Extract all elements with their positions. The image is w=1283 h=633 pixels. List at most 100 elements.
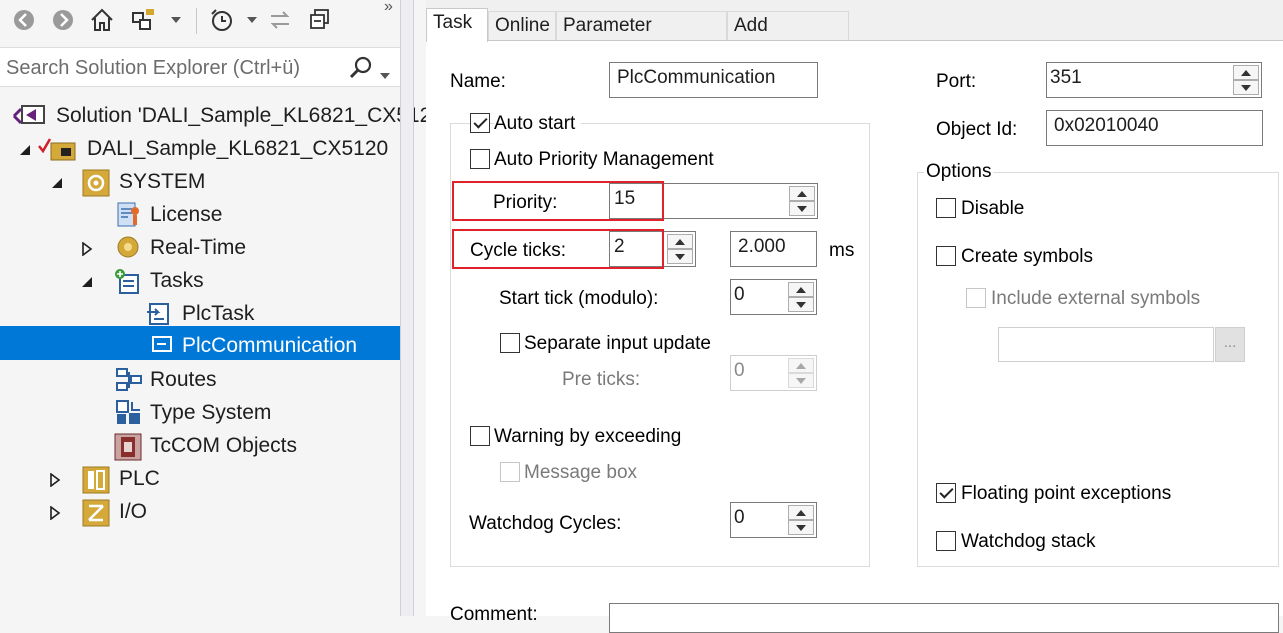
- spin-down-icon[interactable]: [788, 520, 814, 535]
- auto-priority-checkbox[interactable]: [470, 149, 490, 169]
- tree-item-label: Routes: [150, 368, 217, 391]
- collapse-arrow-icon[interactable]: [50, 174, 64, 188]
- warning-exceeding-checkbox[interactable]: [470, 426, 490, 446]
- separate-input-checkbox[interactable]: [500, 333, 520, 353]
- create-symbols-checkbox[interactable]: [936, 246, 956, 266]
- include-external-checkbox[interactable]: [966, 288, 986, 308]
- system-icon: [82, 169, 110, 197]
- cycle-time-field[interactable]: 2.000: [730, 231, 817, 267]
- spin-up-icon[interactable]: [667, 234, 693, 249]
- chevron-down-icon[interactable]: [238, 6, 266, 34]
- tab-online[interactable]: Online: [488, 11, 556, 41]
- tab-add-symbols[interactable]: Add Symbols: [727, 11, 849, 64]
- tab-parameter-online[interactable]: Parameter (Online): [556, 11, 727, 64]
- spin-up-icon[interactable]: [788, 282, 814, 297]
- tree-item-tasks[interactable]: Tasks: [0, 264, 400, 297]
- tree-item-license[interactable]: License: [0, 198, 400, 231]
- options-title: Options: [924, 161, 994, 183]
- tree-item-label: PLC: [119, 467, 160, 490]
- object-id-field[interactable]: 0x02010040: [1046, 110, 1263, 146]
- sync-icon[interactable]: [130, 6, 158, 34]
- create-symbols-label: Create symbols: [961, 246, 1093, 267]
- spin-down-icon[interactable]: [1233, 80, 1259, 95]
- spin-down-icon[interactable]: [788, 297, 814, 312]
- tree-item-solution[interactable]: Solution 'DALI_Sample_KL6821_CX5120' (1 …: [0, 99, 547, 132]
- spin-up-icon[interactable]: [1233, 65, 1259, 80]
- tree-item-realtime[interactable]: Real-Time: [0, 231, 400, 264]
- home-icon[interactable]: [88, 6, 116, 34]
- start-tick-label: Start tick (modulo):: [499, 288, 659, 309]
- back-icon[interactable]: [10, 6, 38, 34]
- browse-button[interactable]: ...: [1215, 327, 1245, 362]
- pre-ticks-stepper[interactable]: 0: [730, 355, 817, 391]
- tree-item-label: SYSTEM: [119, 170, 206, 193]
- tree-item-system[interactable]: SYSTEM: [0, 165, 400, 198]
- spin-up-icon[interactable]: [789, 186, 815, 201]
- auto-start-checkbox[interactable]: [470, 113, 490, 133]
- watchdog-cycles-stepper[interactable]: 0: [730, 502, 817, 538]
- priority-highlight-box: [452, 181, 664, 221]
- spin-down-icon[interactable]: [667, 249, 693, 264]
- tree-item-type-system[interactable]: Type System: [0, 396, 400, 429]
- spin-up-icon[interactable]: [788, 358, 814, 373]
- expand-arrow-icon[interactable]: [80, 240, 94, 257]
- auto-priority-label: Auto Priority Management: [494, 149, 714, 170]
- tree-item-tccom[interactable]: TcCOM Objects: [0, 429, 400, 462]
- expand-arrow-icon[interactable]: [48, 504, 62, 521]
- spin-up-icon[interactable]: [788, 505, 814, 520]
- expand-arrow-icon[interactable]: [48, 471, 62, 488]
- start-tick-stepper[interactable]: 0: [730, 279, 817, 315]
- comment-field[interactable]: [609, 603, 1279, 633]
- pre-ticks-spin-buttons: [788, 358, 814, 388]
- tree-item-project[interactable]: DALI_Sample_KL6821_CX5120: [0, 132, 400, 165]
- forward-icon[interactable]: [49, 6, 77, 34]
- collapse-all-icon[interactable]: [306, 6, 334, 34]
- port-value: 351: [1050, 67, 1082, 88]
- switch-icon[interactable]: [266, 6, 294, 34]
- message-box-checkbox[interactable]: [500, 462, 520, 482]
- name-field[interactable]: PlcCommunication: [609, 62, 818, 98]
- disable-checkbox[interactable]: [936, 198, 956, 218]
- floating-point-label: Floating point exceptions: [961, 483, 1172, 504]
- tree-item-label: TcCOM Objects: [150, 434, 298, 457]
- external-symbols-path-field[interactable]: [998, 327, 1214, 362]
- floating-point-checkbox[interactable]: [936, 483, 956, 503]
- cycle-time-unit: ms: [829, 240, 855, 261]
- spin-down-icon[interactable]: [789, 201, 815, 216]
- routes-icon: [116, 367, 142, 393]
- io-icon: [82, 499, 110, 527]
- spin-down-icon[interactable]: [788, 373, 814, 388]
- tree-item-label: License: [150, 203, 223, 226]
- tab-task[interactable]: Task: [426, 8, 488, 42]
- tree-item-io[interactable]: I/O: [0, 495, 400, 528]
- cycle-ticks-spin-buttons: [667, 234, 693, 264]
- comment-label: Comment:: [450, 604, 538, 625]
- watchdog-cycles-label: Watchdog Cycles:: [469, 513, 622, 534]
- tree-item-label: PlcTask: [182, 302, 255, 325]
- tree-item-routes[interactable]: Routes: [0, 363, 400, 396]
- history-icon[interactable]: [208, 6, 236, 34]
- editor-tabs: Task Online Parameter (Online) Add Symbo…: [426, 0, 1283, 64]
- overflow-icon[interactable]: »: [384, 0, 393, 16]
- collapse-arrow-icon[interactable]: [18, 141, 32, 155]
- chevron-down-icon[interactable]: [162, 6, 190, 34]
- twincat-project-icon: [38, 136, 76, 162]
- tree-item-label: PlcCommunication: [182, 334, 358, 357]
- watchdog-stack-checkbox[interactable]: [936, 531, 956, 551]
- start-tick-spin-buttons: [788, 282, 814, 312]
- collapse-arrow-icon[interactable]: [80, 273, 94, 287]
- search-icon[interactable]: [348, 55, 374, 86]
- chevron-down-icon[interactable]: [380, 64, 390, 85]
- search-box: [0, 47, 400, 87]
- priority-spin-buttons: [789, 186, 815, 216]
- tree-item-label: Real-Time: [150, 236, 247, 259]
- tree-item-plccommunication[interactable]: PlcCommunication: [0, 326, 400, 360]
- port-stepper[interactable]: 351: [1046, 62, 1262, 98]
- search-input[interactable]: [6, 55, 336, 81]
- port-label: Port:: [936, 71, 977, 92]
- tree-item-plc[interactable]: PLC: [0, 462, 400, 495]
- panel-splitter[interactable]: [400, 0, 414, 616]
- tree-item-label: I/O: [119, 500, 148, 523]
- object-id-label: Object Id:: [936, 119, 1018, 140]
- solution-icon: [12, 103, 45, 129]
